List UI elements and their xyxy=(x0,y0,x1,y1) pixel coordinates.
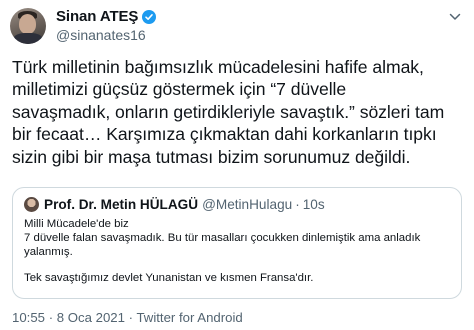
quoted-author-handle: @MetinHulagu xyxy=(202,196,293,212)
tweet-text-line: bir fecaat… Karşımıza çıkmaktan dahi kor… xyxy=(12,124,437,145)
tweet-text-line: Türk milletinin bağımsızlık mücadelesini… xyxy=(12,57,424,77)
quoted-text-line: Milli Mücadele'de biz xyxy=(24,218,129,230)
tweet-time[interactable]: 10:55 xyxy=(12,310,45,325)
avatar-face xyxy=(19,14,36,34)
tweet-source[interactable]: Twitter for Android xyxy=(136,310,242,325)
quoted-tweet-text: Milli Mücadele'de biz 7 düvelle falan sa… xyxy=(24,217,450,285)
avatar-suit xyxy=(13,33,43,44)
verified-badge-icon xyxy=(142,9,157,24)
quoted-text-line: yalanmış. xyxy=(24,246,73,259)
quoted-text-line: Tek savaştığımız devlet Yunanistan ve kı… xyxy=(24,271,314,284)
author-names: Sinan ATEŞ @sinanates16 xyxy=(56,8,157,43)
meta-separator: · xyxy=(48,310,54,325)
chevron-down-icon[interactable] xyxy=(448,10,462,24)
tweet-header: Sinan ATEŞ @sinanates16 xyxy=(10,8,157,44)
author-name-row: Sinan ATEŞ xyxy=(56,8,157,25)
quoted-separator: · xyxy=(295,196,300,212)
quoted-avatar xyxy=(24,196,39,212)
tweet-text-line: savaşmadık, onların getirdikleriyle sava… xyxy=(12,101,445,122)
quoted-text-line: 7 düvelle falan savaşmadık. Bu tür masal… xyxy=(24,232,421,245)
meta-separator: · xyxy=(128,310,134,325)
author-handle[interactable]: @sinanates16 xyxy=(56,27,156,43)
author-name[interactable]: Sinan ATEŞ xyxy=(56,8,138,25)
tweet-text-line: milletimizi güçsüz göstermek için “7 düv… xyxy=(12,79,347,100)
avatar[interactable] xyxy=(10,8,46,44)
tweet-meta: 10:55 · 8 Oca 2021 · Twitter for Android xyxy=(12,310,243,325)
quoted-author-name: Prof. Dr. Metin HÜLAGÜ xyxy=(44,196,199,212)
tweet-text: Türk milletinin bağımsızlık mücadelesini… xyxy=(12,56,464,168)
quoted-time: 10s xyxy=(302,196,325,212)
quoted-tweet-header: Prof. Dr. Metin HÜLAGÜ @MetinHulagu · 10… xyxy=(24,196,450,212)
tweet-date[interactable]: 8 Oca 2021 xyxy=(57,310,125,325)
tweet-text-line: sizin gibi bir maşa tutması bizim sorunu… xyxy=(12,146,411,167)
quoted-tweet[interactable]: Prof. Dr. Metin HÜLAGÜ @MetinHulagu · 10… xyxy=(12,187,462,299)
